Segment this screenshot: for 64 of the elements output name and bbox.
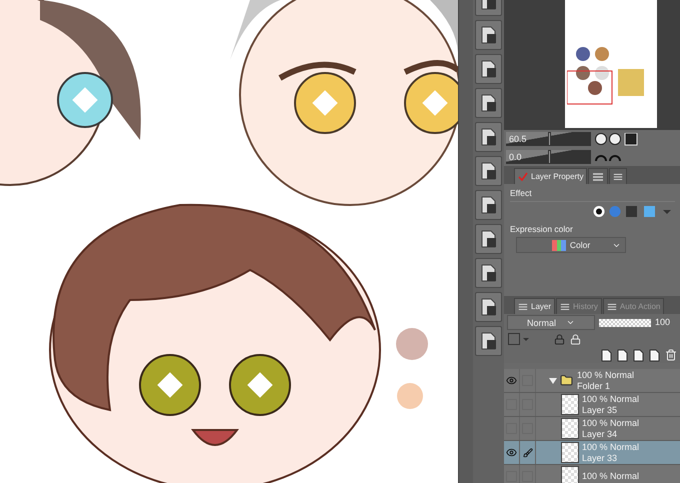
layer-row[interactable]: 100 % Normal Layer 35 bbox=[504, 393, 680, 417]
slider-handle[interactable] bbox=[548, 132, 550, 146]
layer-mode: 100 % Normal bbox=[582, 442, 640, 452]
layer-tool-button[interactable] bbox=[475, 122, 502, 152]
layer-name: Layer 35 bbox=[582, 404, 618, 415]
caret-icon bbox=[566, 318, 575, 327]
layer-row[interactable]: 100 % Normal bbox=[504, 465, 680, 483]
effect-label: Effect bbox=[510, 188, 533, 198]
page-icon[interactable] bbox=[633, 348, 644, 362]
blend-mode-dropdown[interactable]: Normal bbox=[507, 315, 595, 330]
layers-icon bbox=[592, 172, 604, 181]
layer-row[interactable]: 100 % Normal Folder 1 bbox=[504, 369, 680, 393]
page-icon[interactable] bbox=[601, 348, 612, 362]
tab-icon-button[interactable] bbox=[609, 168, 628, 184]
layer-row[interactable]: 100 % Normal Layer 33 bbox=[504, 441, 680, 465]
layer-tool-button[interactable] bbox=[475, 54, 502, 84]
layers-icon bbox=[518, 302, 528, 311]
page-icon[interactable] bbox=[649, 348, 660, 362]
layer-row[interactable]: 100 % Normal Layer 34 bbox=[504, 417, 680, 441]
layer-mode: 100 % Normal bbox=[582, 394, 640, 404]
layer-mode: 100 % Normal bbox=[582, 418, 640, 428]
eye-icon[interactable] bbox=[506, 375, 517, 386]
layer-tool-button[interactable] bbox=[475, 326, 502, 356]
layers-icon bbox=[613, 172, 624, 181]
panel-tab[interactable]: History bbox=[556, 298, 602, 314]
layer-tool-button[interactable] bbox=[475, 190, 502, 220]
lock-icon[interactable] bbox=[570, 334, 581, 344]
layer-tool-button[interactable] bbox=[475, 258, 502, 288]
eye-icon[interactable] bbox=[506, 447, 517, 458]
layer-thumbnail bbox=[561, 442, 579, 463]
expression-color-label: Expression color bbox=[510, 224, 574, 234]
layers-icon bbox=[560, 302, 570, 311]
layer-thumbnail bbox=[561, 466, 579, 483]
expand-triangle-icon[interactable] bbox=[549, 378, 557, 384]
trash-icon[interactable] bbox=[665, 349, 677, 361]
layer-name: Layer 34 bbox=[582, 428, 618, 439]
opacity-value[interactable]: 100 bbox=[655, 317, 670, 328]
layer-tool-button[interactable] bbox=[475, 156, 502, 186]
layer-name: Layer 33 bbox=[582, 452, 618, 463]
layer-mode: 100 % Normal bbox=[582, 471, 640, 482]
zoom-slider[interactable]: 60.5 bbox=[506, 132, 591, 146]
rgb-bars-icon bbox=[552, 240, 566, 250]
slider-handle[interactable] bbox=[548, 150, 550, 164]
layer-name: Folder 1 bbox=[577, 380, 612, 391]
property-tab[interactable]: Layer Property bbox=[514, 168, 588, 184]
panel-tab[interactable]: Layer bbox=[514, 298, 556, 314]
layer-tool-button[interactable] bbox=[475, 88, 502, 118]
layer-thumbnail bbox=[561, 394, 579, 415]
layer-color-icon[interactable] bbox=[508, 333, 530, 345]
layer-tool-button[interactable] bbox=[475, 292, 502, 322]
opacity-slider-fill[interactable] bbox=[599, 318, 651, 326]
tab-icon-button[interactable] bbox=[588, 168, 608, 184]
layer-tool-button[interactable] bbox=[475, 20, 502, 50]
layer-mode: 100 % Normal bbox=[577, 370, 634, 380]
layer-tool-button[interactable] bbox=[475, 224, 502, 254]
layer-thumbnail bbox=[561, 418, 579, 439]
rotation-slider[interactable]: 0.0 bbox=[506, 150, 591, 164]
panel-tab[interactable]: Auto Action bbox=[602, 298, 664, 314]
lock-icon[interactable] bbox=[554, 334, 565, 344]
scrollbar-track[interactable] bbox=[458, 0, 473, 483]
layers-icon bbox=[606, 302, 617, 311]
expression-color-dropdown[interactable]: Color bbox=[516, 237, 626, 253]
folder-icon bbox=[560, 374, 573, 387]
page-icon[interactable] bbox=[617, 348, 628, 362]
